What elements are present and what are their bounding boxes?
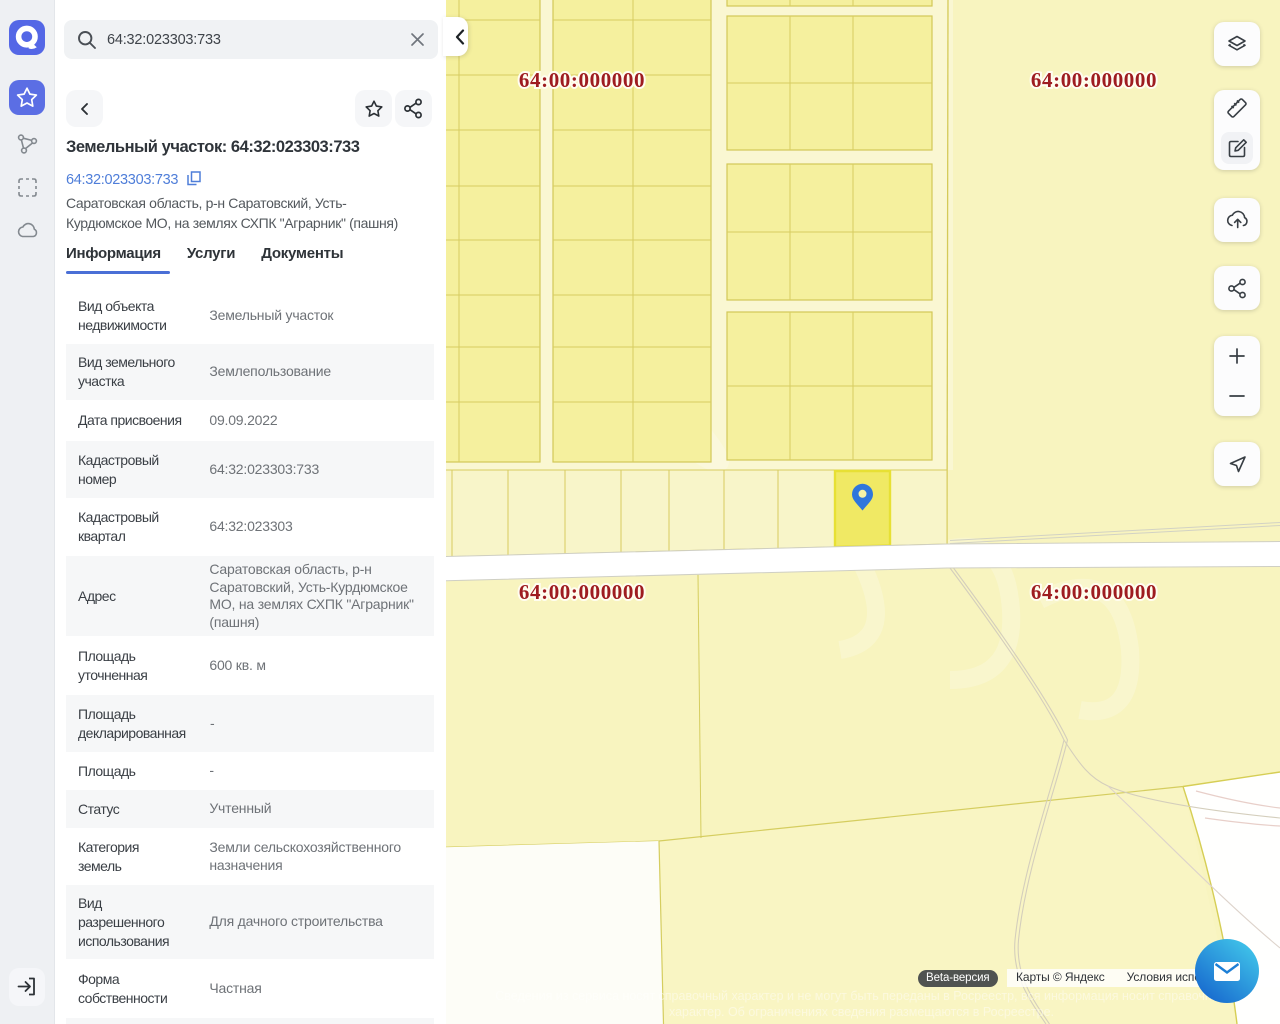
svg-text:64:00:000000: 64:00:000000 [519, 68, 645, 92]
svg-text:64:00:000000: 64:00:000000 [1031, 580, 1157, 604]
svg-text:64:00:000000: 64:00:000000 [1031, 68, 1157, 92]
svg-text:64:00:000000: 64:00:000000 [519, 580, 645, 604]
